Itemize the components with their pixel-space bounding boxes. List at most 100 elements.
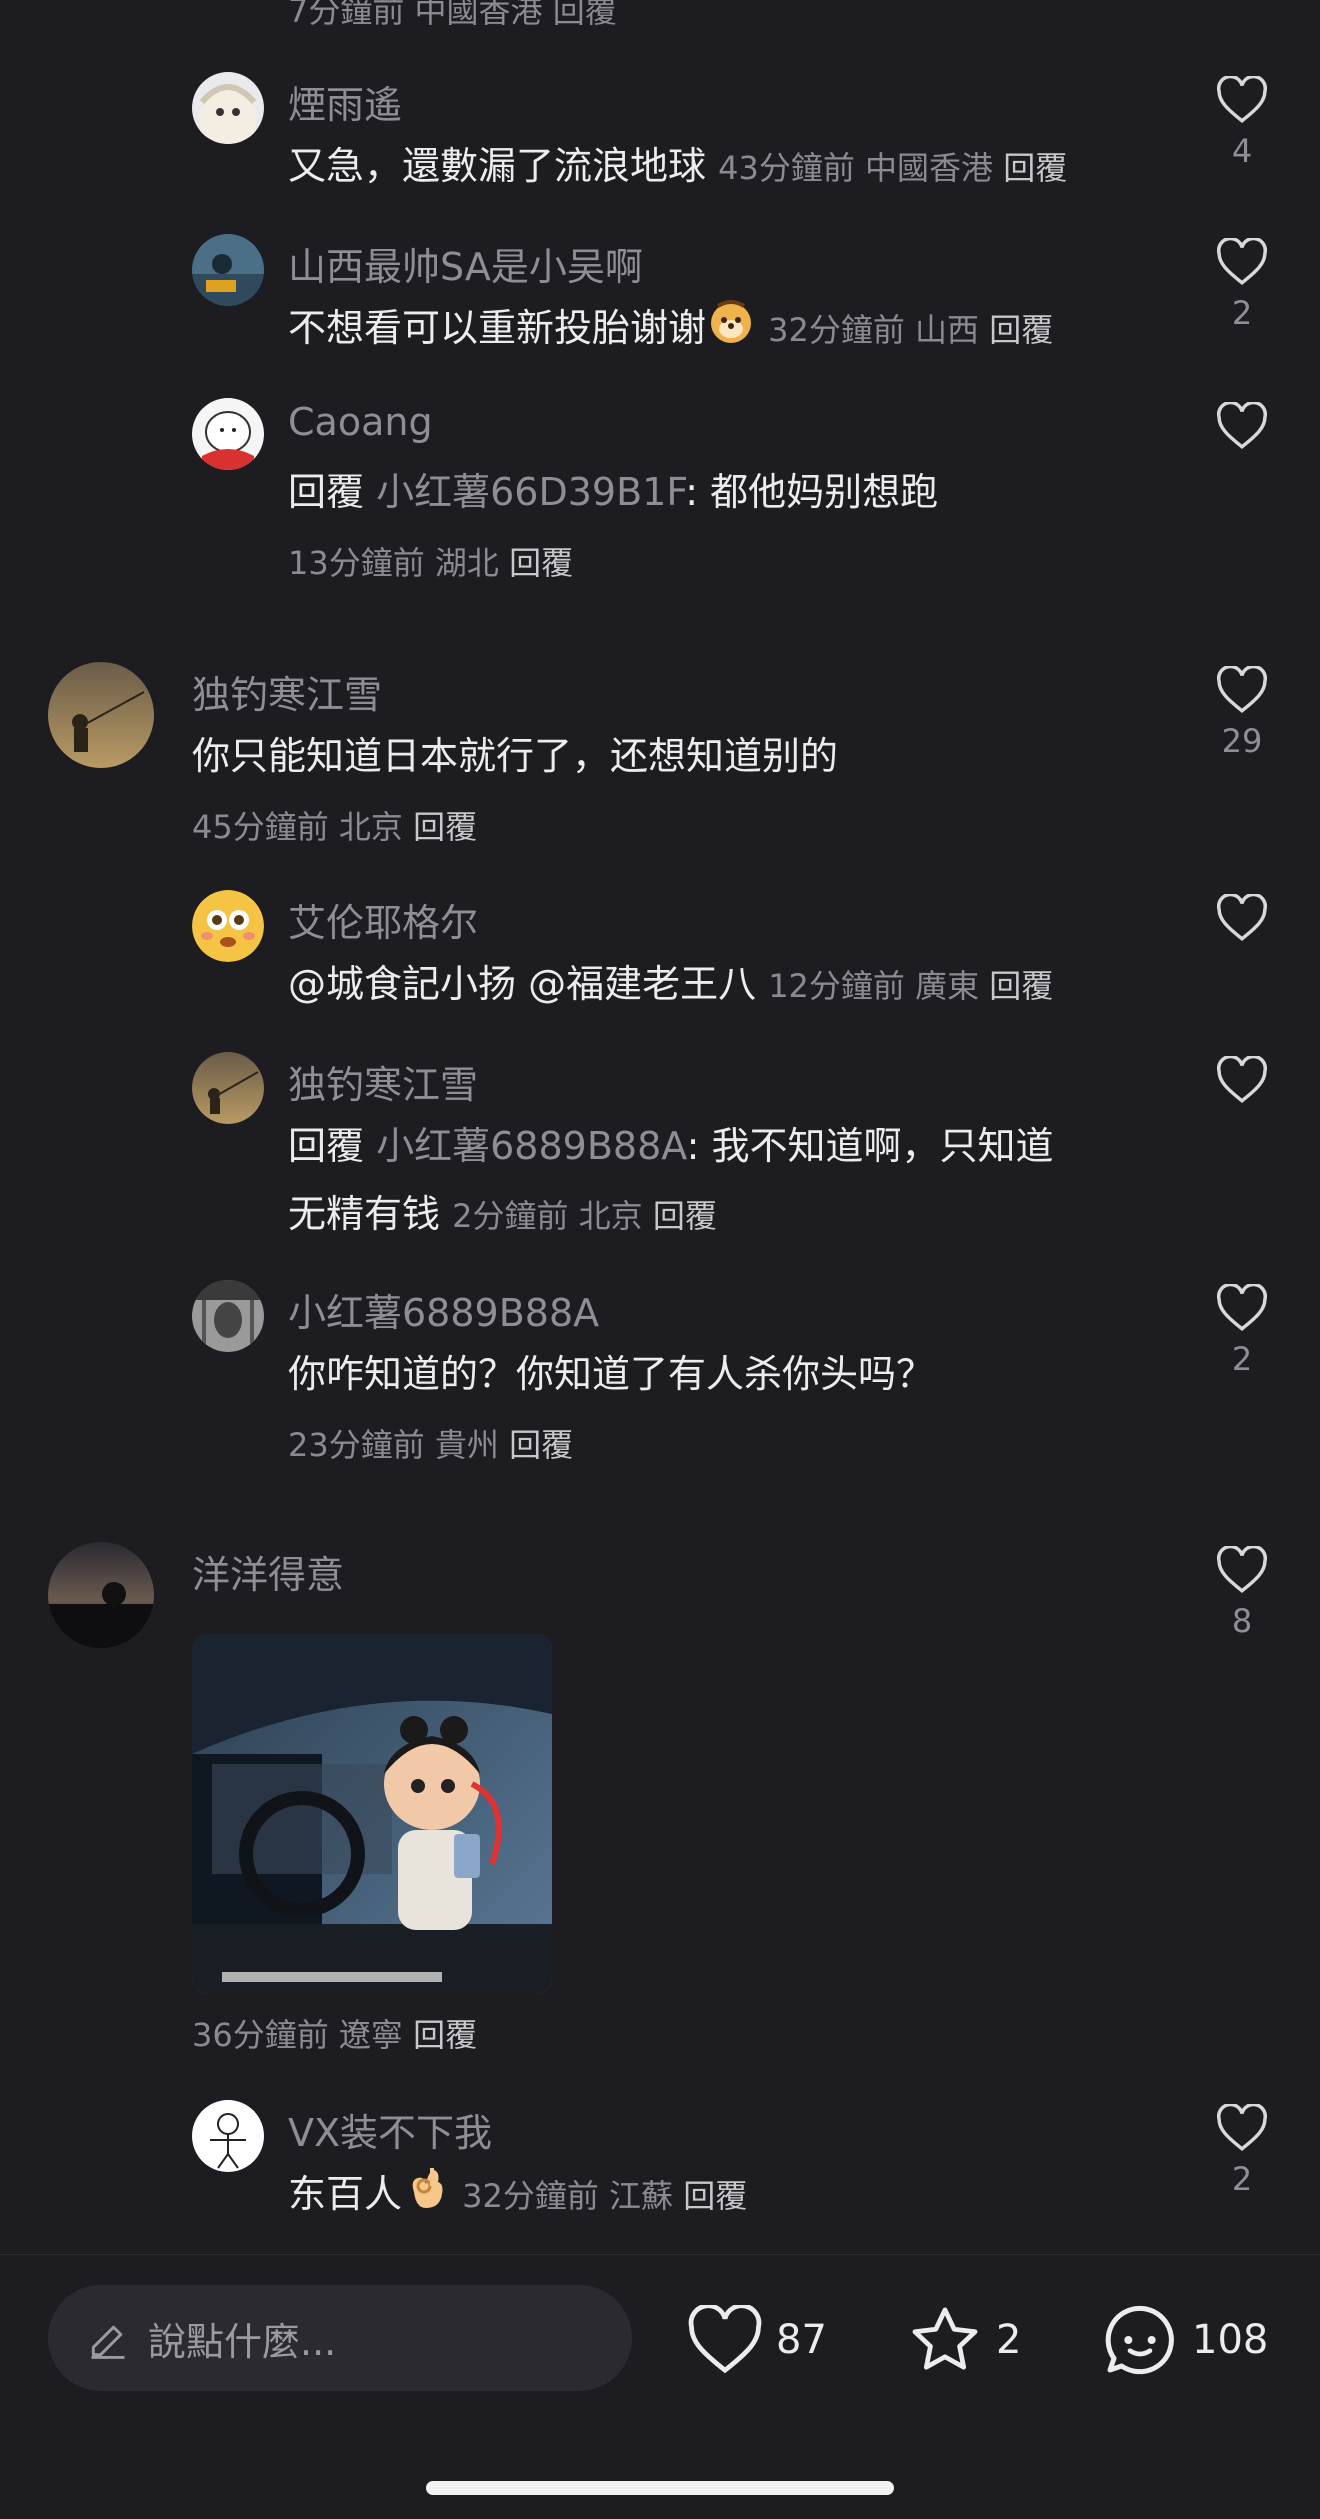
like-button[interactable] <box>1212 402 1272 498</box>
comment-feed[interactable]: 7分鐘前 中國香港 回覆 煙雨遙 又急，還數漏了流浪地球 43分鐘前 中國香港 … <box>0 0 1320 2250</box>
username[interactable]: 小红薯6889B88A <box>288 1282 599 1337</box>
avatar[interactable] <box>192 234 264 306</box>
comment-meta: 13分鐘前 湖北 回覆 <box>288 538 573 584</box>
like-count: 2 <box>1231 2160 1253 2198</box>
ok-hand-emoji <box>404 2162 448 2231</box>
heart-icon <box>688 2305 762 2374</box>
comments-button[interactable]: 108 <box>1100 2295 1268 2385</box>
comment-text: 又急，還數漏了流浪地球 <box>288 144 707 188</box>
username[interactable]: 独钓寒江雪 <box>192 664 382 719</box>
like-button[interactable]: 2 <box>1212 238 1272 334</box>
like-button[interactable]: 29 <box>1212 666 1272 762</box>
comment-location: 北京 <box>578 1197 643 1235</box>
heart-icon <box>1216 2104 1268 2151</box>
reply-target-user[interactable]: 小红薯66D39B1F <box>376 470 685 514</box>
reply-button[interactable]: 回覆 <box>509 1426 573 1464</box>
like-button[interactable]: 8 <box>1212 1546 1272 1642</box>
comments-count: 108 <box>1192 2317 1269 2363</box>
username[interactable]: 艾伦耶格尔 <box>288 892 478 947</box>
avatar[interactable] <box>192 2100 264 2172</box>
reply-button[interactable]: 回覆 <box>413 2016 477 2054</box>
like-button[interactable]: 4 <box>1212 76 1272 172</box>
avatar[interactable] <box>192 1280 264 1352</box>
comment-location: 廣東 <box>915 967 980 1005</box>
bottom-action-bar: 說點什麼... 87 2 108 <box>0 2254 1320 2519</box>
comment-input[interactable]: 說點什麼... <box>48 2285 632 2391</box>
comment-input-placeholder: 說點什麼... <box>148 2320 337 2364</box>
reply-button[interactable]: 回覆 <box>989 967 1053 1005</box>
partial-meta-line: 7分鐘前 中國香港 回覆 <box>288 0 617 30</box>
reply-button[interactable]: 回覆 <box>509 544 573 582</box>
heart-icon <box>1216 1284 1268 1331</box>
pencil-icon <box>91 2325 125 2359</box>
avatar[interactable] <box>48 1542 154 1648</box>
comment-body: 你咋知道的？你知道了有人杀你头吗？ <box>288 1340 1168 1408</box>
reply-button[interactable]: 回覆 <box>1003 149 1067 187</box>
username[interactable]: VX装不下我 <box>288 2102 492 2157</box>
comment-meta: 45分鐘前 北京 回覆 <box>192 802 477 848</box>
like-count: 29 <box>1221 722 1263 760</box>
comment-image[interactable] <box>192 1634 552 1994</box>
comment-body: 回覆 小红薯66D39B1F: 都他妈别想跑 <box>288 458 1168 526</box>
comment-text: @城食記小扬 @福建老王八 <box>288 962 757 1006</box>
reply-button[interactable]: 回覆 <box>989 311 1053 349</box>
comment-body: 回覆 小红薯6889B88A: 我不知道啊，只知道 无精有钱 2分鐘前 北京 回… <box>288 1112 1188 1250</box>
like-count: 4 <box>1231 132 1253 170</box>
comment-time: 36分鐘前 <box>192 2016 329 2054</box>
reply-button[interactable]: 回覆 <box>653 1197 717 1235</box>
username[interactable]: Caoang <box>288 400 433 444</box>
reply-target-user[interactable]: 小红薯6889B88A <box>376 1124 686 1168</box>
comment-text-line1: : 我不知道啊，只知道 <box>686 1124 1054 1168</box>
comment-text-line2: 无精有钱 <box>288 1192 441 1236</box>
comment-location: 湖北 <box>434 544 499 582</box>
username[interactable]: 独钓寒江雪 <box>288 1054 478 1109</box>
reply-prefix: 回覆 <box>288 470 365 514</box>
like-button[interactable] <box>1212 1056 1272 1152</box>
heart-icon <box>1216 238 1268 285</box>
comment-body: 你只能知道日本就行了，还想知道别的 <box>192 722 1152 790</box>
comment-location: 中國香港 <box>865 149 994 187</box>
comment-body: @城食記小扬 @福建老王八 12分鐘前 廣東 回覆 <box>288 950 1168 1020</box>
reply-prefix: 回覆 <box>288 1124 365 1168</box>
heart-icon <box>1216 894 1268 941</box>
comment-time: 23分鐘前 <box>288 1426 425 1464</box>
username[interactable]: 煙雨遙 <box>288 74 402 129</box>
comment-time: 32分鐘前 <box>768 311 905 349</box>
like-count <box>1212 1112 1272 1152</box>
avatar[interactable] <box>48 662 154 768</box>
like-count: 8 <box>1231 1602 1253 1640</box>
comment-meta: 23分鐘前 貴州 回覆 <box>288 1420 573 1466</box>
comment-text: 你咋知道的？你知道了有人杀你头吗？ <box>288 1352 935 1396</box>
comment-location: 遼寧 <box>338 2016 403 2054</box>
avatar[interactable] <box>192 1052 264 1124</box>
like-count: 2 <box>1231 294 1253 332</box>
like-button[interactable]: 2 <box>1212 1284 1272 1380</box>
comment-text: 不想看可以重新投胎谢谢 <box>288 306 707 350</box>
comment-body: 东百人 32分鐘前 江蘇 回覆 <box>288 2160 1168 2231</box>
comment-text: 你只能知道日本就行了，还想知道别的 <box>192 734 839 778</box>
comment-time: 2分鐘前 <box>452 1197 569 1235</box>
reply-button[interactable]: 回覆 <box>413 808 477 846</box>
avatar[interactable] <box>192 398 264 470</box>
comment-location: 北京 <box>338 808 403 846</box>
comment-meta: 36分鐘前 遼寧 回覆 <box>192 2010 477 2056</box>
reply-button[interactable]: 回覆 <box>683 2177 747 2215</box>
heart-icon <box>1216 402 1268 449</box>
comment-time: 12分鐘前 <box>768 967 905 1005</box>
comment-location: 山西 <box>915 311 980 349</box>
username[interactable]: 山西最帅SA是小吴啊 <box>288 236 643 291</box>
like-button[interactable]: 2 <box>1212 2104 1272 2200</box>
like-post-button[interactable]: 87 <box>686 2295 827 2385</box>
heart-icon <box>1216 1546 1268 1593</box>
avatar[interactable] <box>192 890 264 962</box>
favorite-button[interactable]: 2 <box>906 2295 1021 2385</box>
star-icon <box>912 2307 978 2370</box>
like-button[interactable] <box>1212 894 1272 990</box>
comment-location: 貴州 <box>434 1426 499 1464</box>
heart-icon <box>1216 666 1268 713</box>
home-indicator[interactable] <box>426 2481 894 2495</box>
comment-body: 又急，還數漏了流浪地球 43分鐘前 中國香港 回覆 <box>288 132 1168 202</box>
comment-body: 不想看可以重新投胎谢谢 32分鐘前 山西 回覆 <box>288 294 1168 365</box>
username[interactable]: 洋洋得意 <box>192 1544 344 1599</box>
avatar[interactable] <box>192 72 264 144</box>
